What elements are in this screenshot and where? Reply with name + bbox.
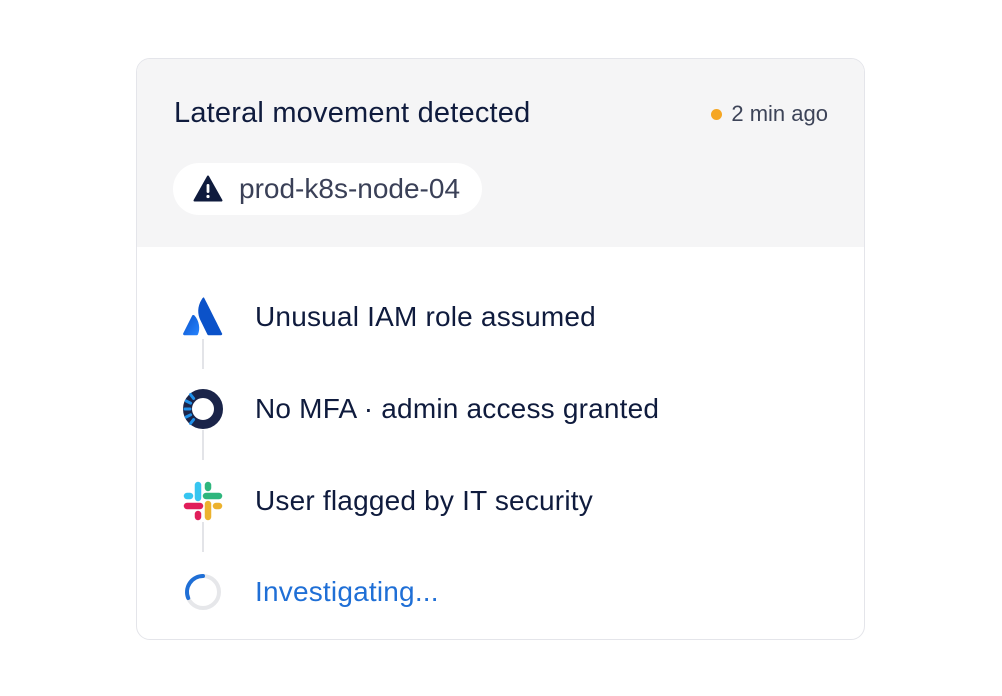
timeline-event-iam[interactable]: Unusual IAM role assumed xyxy=(181,295,596,339)
event-label: User flagged by IT security xyxy=(255,485,593,516)
loading-spinner-icon xyxy=(181,570,225,614)
timeline-connector xyxy=(202,522,204,552)
event-timeline: Unusual IAM role assumed No MFA · admin … xyxy=(137,247,864,639)
alert-title: Lateral movement detected xyxy=(174,97,531,129)
warning-icon xyxy=(193,174,223,204)
timeline-connector xyxy=(202,430,204,460)
event-label-active: Investigating... xyxy=(255,576,439,607)
host-name: prod-k8s-node-04 xyxy=(239,173,461,204)
okta-logo-icon xyxy=(181,387,225,431)
time-ago-text: 2 min ago xyxy=(731,101,828,126)
atlassian-logo-icon xyxy=(181,295,225,339)
timeline-connector xyxy=(202,339,204,369)
event-label: No MFA · admin access granted xyxy=(255,393,660,424)
timeline-event-investigating[interactable]: Investigating... xyxy=(181,570,439,614)
status-dot-icon xyxy=(711,108,723,120)
alert-header: Lateral movement detected 2 min ago prod… xyxy=(137,59,864,247)
timeline-event-flagged[interactable]: User flagged by IT security xyxy=(181,479,593,523)
event-label: Unusual IAM role assumed xyxy=(255,301,596,332)
slack-logo-icon xyxy=(181,479,225,523)
host-chip[interactable]: prod-k8s-node-04 xyxy=(173,163,483,215)
alert-card[interactable]: Lateral movement detected 2 min ago prod… xyxy=(136,58,865,640)
alert-timestamp: 2 min ago xyxy=(711,101,828,127)
timeline-event-mfa[interactable]: No MFA · admin access granted xyxy=(181,387,659,431)
